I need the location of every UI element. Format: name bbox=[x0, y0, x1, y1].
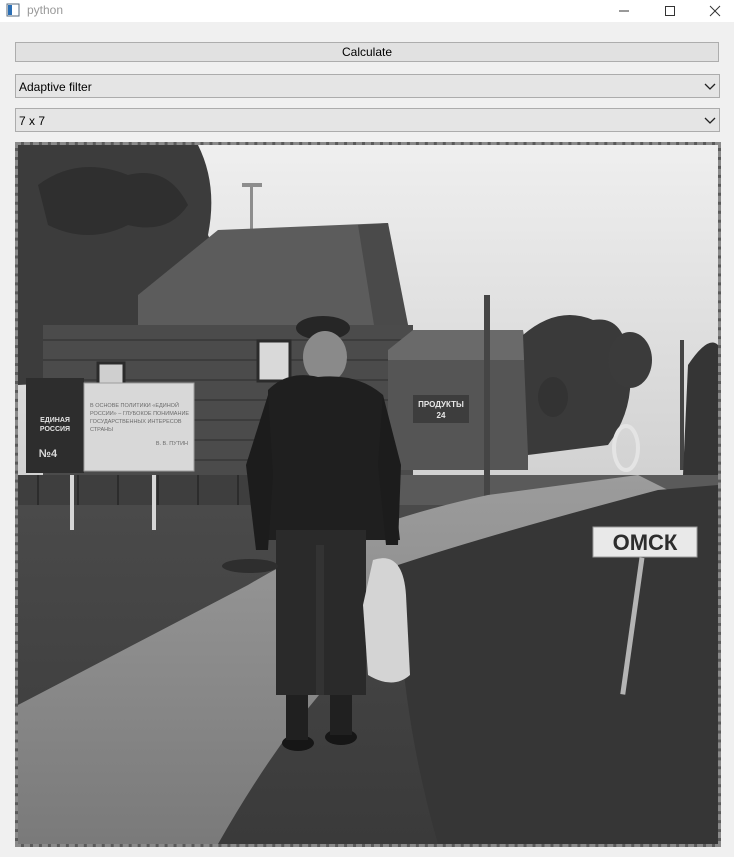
man-head bbox=[303, 331, 347, 383]
man-boot-right bbox=[330, 695, 352, 735]
processed-photo: ПРОДУКТЫ 24 ЕДИНАЯ РОССИЯ №4 В ОСНОВЕ ПО… bbox=[18, 145, 718, 844]
tree-right bbox=[523, 315, 631, 455]
billboard-author: В. В. ПУТИН bbox=[156, 441, 188, 447]
app-window: python Calculate Adaptive filter 7 x 7 П… bbox=[0, 0, 734, 857]
billboard-quote-line3: ГОСУДАРСТВЕННЫХ ИНТЕРЕСОВ bbox=[90, 419, 182, 425]
kernel-size-select[interactable]: 7 x 7 bbox=[15, 108, 720, 132]
chevron-down-icon bbox=[704, 117, 716, 124]
chevron-down-icon bbox=[704, 83, 716, 90]
window-title: python bbox=[27, 3, 64, 17]
man-boot-left bbox=[286, 695, 308, 740]
maximize-icon bbox=[665, 6, 675, 16]
billboard-party-line1: ЕДИНАЯ bbox=[40, 417, 70, 424]
house-window bbox=[256, 339, 292, 383]
lamp-head bbox=[242, 183, 262, 187]
bottle bbox=[222, 559, 278, 573]
image-display: ПРОДУКТЫ 24 ЕДИНАЯ РОССИЯ №4 В ОСНОВЕ ПО… bbox=[15, 142, 721, 847]
plastic-bag bbox=[363, 558, 410, 683]
emblem-overlay bbox=[608, 332, 652, 388]
minimize-button[interactable] bbox=[601, 0, 647, 22]
billboard-number: №4 bbox=[39, 448, 58, 460]
billboard-quote-line1: В ОСНОВЕ ПОЛИТИКИ «ЕДИНОЙ bbox=[90, 401, 179, 409]
emblem-overlay-small bbox=[538, 377, 568, 417]
billboard-post bbox=[152, 475, 156, 530]
filter-type-select[interactable]: Adaptive filter bbox=[15, 74, 720, 98]
close-icon bbox=[709, 5, 721, 17]
house2-roof bbox=[388, 330, 528, 360]
utility-pole bbox=[484, 295, 490, 505]
shop-sign-line2: 24 bbox=[437, 411, 446, 420]
billboard-post bbox=[70, 475, 74, 530]
omsk-sign-text: ОМСК bbox=[613, 530, 678, 555]
calculate-button[interactable]: Calculate bbox=[15, 42, 719, 62]
minimize-icon bbox=[619, 10, 629, 12]
house-window-small bbox=[96, 361, 126, 387]
app-icon bbox=[6, 3, 20, 17]
title-bar[interactable]: python bbox=[0, 0, 734, 22]
utility-pole-far bbox=[680, 340, 684, 470]
man-leg-gap bbox=[316, 545, 324, 695]
filter-type-value: Adaptive filter bbox=[19, 80, 92, 94]
maximize-button[interactable] bbox=[647, 0, 693, 22]
billboard-party-line2: РОССИЯ bbox=[40, 426, 70, 433]
close-button[interactable] bbox=[692, 0, 734, 22]
billboard-quote-line2: РОССИИ» – ГЛУБОКОЕ ПОНИМАНИЕ bbox=[90, 411, 189, 417]
kernel-size-value: 7 x 7 bbox=[19, 114, 46, 128]
shop-sign-line1: ПРОДУКТЫ bbox=[418, 400, 464, 409]
billboard-quote-line4: СТРАНЫ bbox=[90, 427, 113, 433]
